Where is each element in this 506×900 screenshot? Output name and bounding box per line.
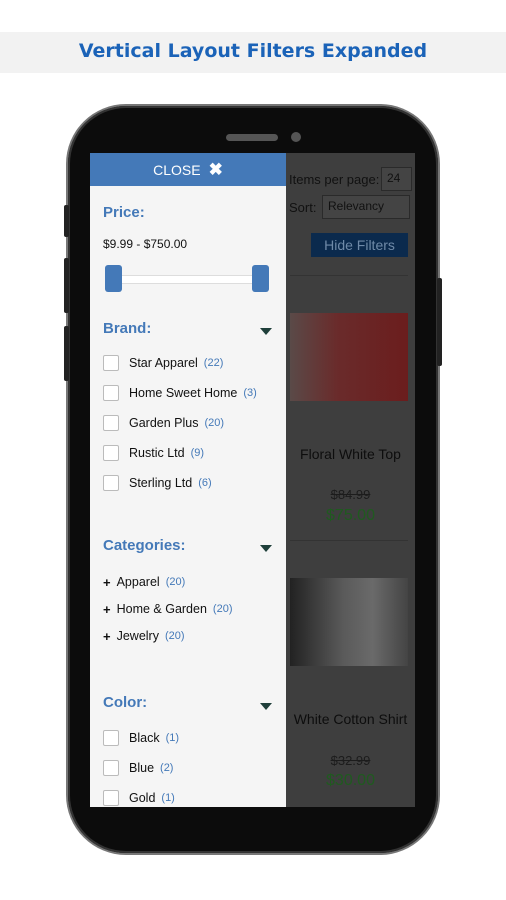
product-image[interactable] <box>290 578 408 666</box>
product-price: $30.00 <box>326 772 375 789</box>
option-count: (1) <box>161 792 175 804</box>
brand-option[interactable]: Home Sweet Home (3) <box>103 384 257 402</box>
phone-speaker <box>226 134 278 141</box>
option-label: Blue <box>129 761 155 775</box>
color-option[interactable]: Blue (2) <box>103 759 173 777</box>
items-per-page-label: Items per page: <box>289 172 380 187</box>
color-caret-icon[interactable] <box>260 703 272 710</box>
brand-option[interactable]: Sterling Ltd (6) <box>103 474 212 492</box>
divider <box>290 540 408 541</box>
option-count: (6) <box>198 477 212 489</box>
checkbox[interactable] <box>103 385 119 401</box>
categories-caret-icon[interactable] <box>260 545 272 552</box>
filter-drawer: CLOSE ✖ Price: $9.99 - $750.00 Brand: Sta… <box>90 153 286 807</box>
option-count: (2) <box>160 762 174 774</box>
brand-heading: Brand: <box>103 320 152 337</box>
checkbox[interactable] <box>103 790 119 806</box>
phone-volume-up-button <box>64 258 69 313</box>
plus-icon[interactable]: + <box>103 602 111 617</box>
price-slider-max-handle[interactable] <box>252 265 269 292</box>
checkbox[interactable] <box>103 730 119 746</box>
category-option[interactable]: + Jewelry (20) <box>103 627 185 645</box>
sort-label: Sort: <box>289 200 317 215</box>
option-label: Star Apparel <box>129 356 198 370</box>
option-label: Home Sweet Home <box>129 386 238 400</box>
phone-power-button <box>437 278 442 366</box>
brand-option[interactable]: Rustic Ltd (9) <box>103 444 204 462</box>
option-count: (20) <box>164 630 185 642</box>
price-slider-track[interactable] <box>112 275 262 284</box>
category-option[interactable]: + Apparel (20) <box>103 573 185 591</box>
checkbox[interactable] <box>103 760 119 776</box>
option-count: (3) <box>243 387 257 399</box>
brand-caret-icon[interactable] <box>260 328 272 335</box>
brand-option[interactable]: Star Apparel (22) <box>103 354 223 372</box>
product-old-price: $32.99 <box>330 753 371 768</box>
option-label: Apparel <box>116 575 160 589</box>
phone-volume-down-button <box>64 326 69 381</box>
category-option[interactable]: + Home & Garden (20) <box>103 600 232 618</box>
product-image[interactable] <box>290 313 408 401</box>
checkbox[interactable] <box>103 475 119 491</box>
hide-filters-button[interactable]: Hide Filters <box>311 233 408 257</box>
option-count: (1) <box>165 732 180 744</box>
color-option[interactable]: Gold (1) <box>103 789 175 807</box>
sort-select[interactable]: Relevancy <box>322 195 410 219</box>
product-price: $75.00 <box>326 507 375 524</box>
option-label: Black <box>129 731 160 745</box>
option-label: Home & Garden <box>116 602 207 616</box>
product-old-price: $84.99 <box>330 487 371 502</box>
price-slider-min-handle[interactable] <box>105 265 122 292</box>
banner: Vertical Layout Filters Expanded <box>0 32 506 73</box>
screen: Items per page: 24 Sort: Relevancy Hide … <box>90 153 415 807</box>
product-name[interactable]: White Cotton Shirt <box>286 711 415 727</box>
categories-heading: Categories: <box>103 537 186 554</box>
banner-title: Vertical Layout Filters Expanded <box>78 40 428 62</box>
color-heading: Color: <box>103 694 148 711</box>
close-icon: ✖ <box>208 160 223 179</box>
phone-camera <box>291 132 301 142</box>
product-name[interactable]: Floral White Top <box>286 446 415 462</box>
checkbox[interactable] <box>103 355 119 371</box>
close-button[interactable]: CLOSE ✖ <box>90 153 286 186</box>
close-label: CLOSE <box>153 162 201 178</box>
option-label: Sterling Ltd <box>129 476 193 490</box>
option-count: (20) <box>204 417 225 429</box>
plus-icon[interactable]: + <box>103 629 111 644</box>
phone-mute-button <box>64 205 69 237</box>
option-label: Garden Plus <box>129 416 199 430</box>
color-option[interactable]: Black (1) <box>103 729 179 747</box>
option-count: (9) <box>190 447 205 459</box>
checkbox[interactable] <box>103 445 119 461</box>
items-per-page-input[interactable]: 24 <box>381 167 412 191</box>
option-count: (20) <box>165 576 186 588</box>
price-heading: Price: <box>103 204 145 221</box>
option-count: (20) <box>212 603 233 615</box>
checkbox[interactable] <box>103 415 119 431</box>
divider <box>290 275 408 276</box>
plus-icon[interactable]: + <box>103 575 111 590</box>
option-label: Gold <box>129 791 156 805</box>
option-label: Rustic Ltd <box>129 446 185 460</box>
brand-option[interactable]: Garden Plus (20) <box>103 414 224 432</box>
price-range: $9.99 - $750.00 <box>103 237 188 251</box>
option-count: (22) <box>203 357 224 369</box>
option-label: Jewelry <box>116 629 159 643</box>
